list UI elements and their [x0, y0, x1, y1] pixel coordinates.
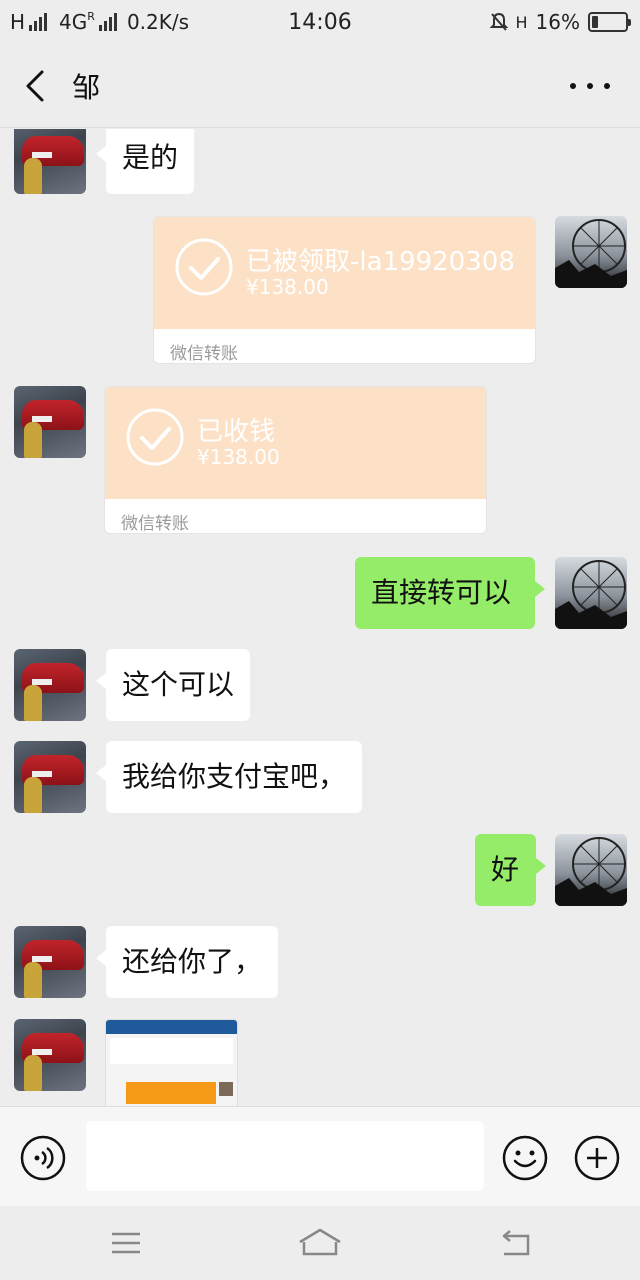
contact-avatar[interactable]: [14, 386, 86, 458]
my-avatar[interactable]: [555, 216, 627, 288]
transfer-status: 已收钱: [197, 417, 276, 447]
battery-percent: 16%: [535, 10, 580, 34]
chevron-left-icon[interactable]: [18, 66, 54, 106]
transfer-card[interactable]: 已被领取-la19920308 ¥138.00 微信转账: [153, 216, 536, 364]
contact-avatar[interactable]: [14, 926, 86, 998]
ferris-wheel-icon: [555, 219, 627, 288]
back-icon[interactable]: [494, 1226, 538, 1260]
transfer-amount: ¥138.00: [246, 275, 329, 299]
chat-title: 邹: [72, 71, 101, 104]
input-bar: [0, 1106, 640, 1206]
ferris-wheel-icon: [555, 560, 627, 629]
my-avatar[interactable]: [555, 834, 627, 906]
menu-icon[interactable]: [104, 1226, 148, 1260]
status-right: H 16%: [489, 10, 631, 34]
contact-avatar[interactable]: [14, 649, 86, 721]
message-text: 我给你支付宝吧，: [122, 760, 347, 793]
status-bar: H 4G R 0.2K/s 14:06 H 16%: [0, 0, 640, 44]
message-bubble[interactable]: 是的: [95, 129, 195, 194]
chat-area[interactable]: 是的 已被领取-la19920308 ¥138.00 微信转账 已收钱 ¥138…: [0, 129, 640, 1106]
message-bubble[interactable]: 还给你了，: [95, 926, 279, 998]
message-text: 还给你了，: [122, 945, 263, 978]
battery-icon: [588, 12, 631, 32]
message-bubble[interactable]: 好: [475, 834, 546, 906]
system-nav-bar: [0, 1206, 640, 1280]
chat-header: 邹: [0, 44, 640, 128]
message-input[interactable]: [86, 1121, 484, 1191]
check-circle-icon: [175, 238, 233, 296]
hd-label: H: [515, 12, 528, 32]
transfer-label: 微信转账: [121, 514, 189, 534]
home-icon[interactable]: [298, 1226, 342, 1260]
contact-avatar[interactable]: [14, 741, 86, 813]
transfer-amount: ¥138.00: [197, 445, 280, 469]
message-text: 是的: [122, 141, 179, 174]
transfer-label: 微信转账: [170, 344, 238, 364]
image-message[interactable]: [105, 1019, 238, 1106]
plus-icon[interactable]: [574, 1135, 620, 1181]
transfer-status: 已被领取-la19920308: [246, 247, 515, 277]
check-circle-icon: [126, 408, 184, 466]
transfer-card[interactable]: 已收钱 ¥138.00 微信转账: [104, 386, 487, 534]
contact-avatar[interactable]: [14, 1019, 86, 1091]
voice-icon[interactable]: [20, 1135, 66, 1181]
mute-bell-icon: [489, 12, 508, 31]
more-horizontal-icon[interactable]: [570, 74, 610, 98]
message-text: 这个可以: [122, 668, 235, 701]
message-bubble[interactable]: 直接转可以: [355, 557, 545, 629]
my-avatar[interactable]: [555, 557, 627, 629]
message-bubble[interactable]: 我给你支付宝吧，: [95, 741, 363, 813]
emoji-icon[interactable]: [502, 1135, 548, 1181]
contact-avatar[interactable]: [14, 129, 86, 194]
message-bubble[interactable]: 这个可以: [95, 649, 251, 721]
ferris-wheel-icon: [555, 837, 627, 906]
message-text: 好: [491, 853, 520, 886]
message-text: 直接转可以: [371, 576, 512, 609]
